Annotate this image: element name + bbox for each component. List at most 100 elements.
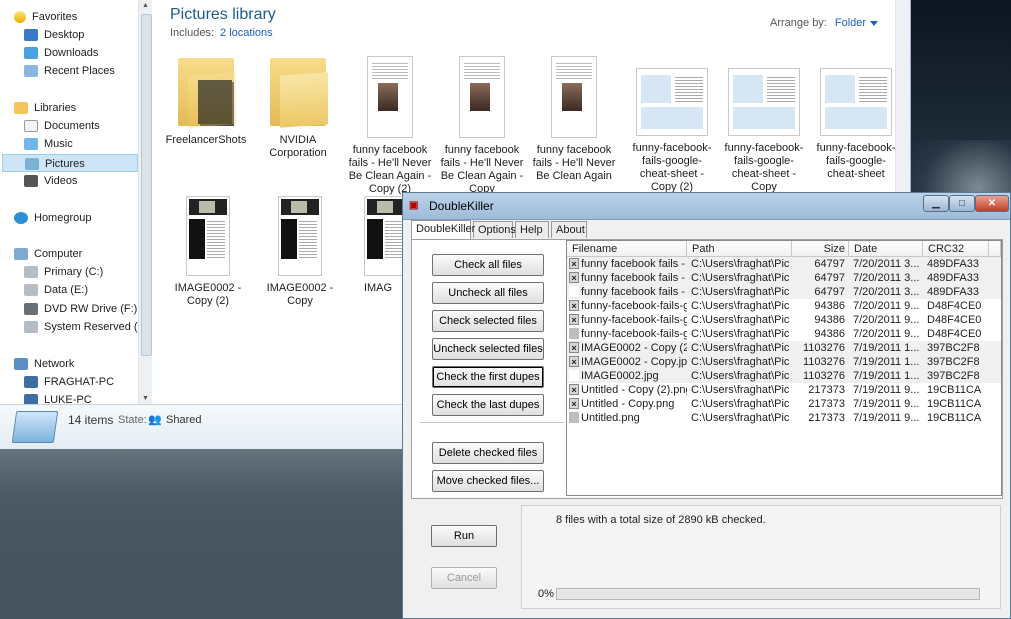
table-row[interactable]: × Untitled - Copy.png C:\Users\fraghat\Pic… [567, 397, 1001, 411]
check-all-button[interactable]: Check all files [432, 254, 544, 276]
thumb-block [641, 75, 671, 103]
move-checked-button[interactable]: Move checked files... [432, 470, 544, 492]
nav-libraries[interactable]: Libraries [14, 99, 152, 117]
table-row[interactable]: funny facebook fails - ... C:\Users\fragh… [567, 285, 1001, 299]
file-item[interactable]: IMAGE0002 - Copy [256, 196, 344, 308]
table-row[interactable]: funny-facebook-fails-go... C:\Users\fragh… [567, 327, 1001, 341]
row-checkbox[interactable] [569, 370, 579, 381]
file-item[interactable]: funny-facebook-fails-google-cheat-sheet … [720, 68, 808, 194]
table-row[interactable]: × IMAGE0002 - Copy.jpg C:\Users\fraghat\Pi… [567, 355, 1001, 369]
locations-link[interactable]: 2 locations [220, 27, 273, 39]
folder-icon [266, 52, 330, 128]
file-item[interactable]: FreelancerShots [162, 52, 250, 147]
check-selected-button[interactable]: Check selected files [432, 310, 544, 332]
row-checkbox[interactable] [569, 412, 579, 423]
table-row[interactable]: × Untitled - Copy (2).png C:\Users\fraghat… [567, 383, 1001, 397]
tab-options[interactable]: Options [473, 221, 516, 238]
table-row[interactable]: × funny facebook fails - ... C:\Users\frag… [567, 271, 1001, 285]
table-row[interactable]: ×funny-facebook-fails-go... C:\Users\frag… [567, 299, 1001, 313]
row-checkbox[interactable]: × [569, 398, 579, 409]
nav-scroll-thumb[interactable] [141, 14, 152, 356]
row-checkbox[interactable]: × [569, 300, 579, 311]
button-separator [420, 422, 564, 423]
cell-date: 7/19/2011 1... [853, 370, 920, 382]
image-thumbnail-icon [367, 56, 413, 138]
column-header-filename[interactable]: Filename [567, 241, 687, 257]
file-item[interactable]: funny facebook fails - He'll Never Be Cl… [438, 56, 526, 196]
close-button[interactable]: ✕ [975, 195, 1009, 212]
minimize-button[interactable]: ▁ [923, 195, 949, 212]
thumb-image [291, 201, 307, 213]
maximize-button[interactable]: □ [949, 195, 975, 212]
delete-checked-button[interactable]: Delete checked files [432, 442, 544, 464]
cell-crc32: 19CB11CA [927, 398, 982, 410]
thumb-lines [767, 75, 795, 103]
nav-favorites[interactable]: Favorites [14, 8, 152, 26]
file-item[interactable]: IMAGE0002 - Copy (2) [164, 196, 252, 308]
desktop-icon [24, 29, 38, 42]
network-icon [14, 358, 28, 371]
image-thumbnail-icon [459, 56, 505, 138]
nav-item-drive-c[interactable]: Primary (C:) [24, 263, 138, 281]
cell-size: 217373 [808, 412, 845, 424]
file-item[interactable]: funny-facebook-fails-google-cheat-sheet … [628, 68, 716, 194]
row-checkbox[interactable]: × [569, 258, 579, 269]
row-checkbox[interactable]: × [569, 272, 579, 283]
table-row[interactable]: ×funny-facebook-fails-go... C:\Users\frag… [567, 313, 1001, 327]
nav-homegroup[interactable]: Homegroup [14, 209, 152, 227]
cell-filename: funny facebook fails - ... [581, 272, 687, 284]
run-button[interactable]: Run [431, 525, 497, 547]
column-header-crc32[interactable]: CRC32 [923, 241, 989, 257]
chevron-down-icon[interactable] [870, 20, 879, 26]
nav-item-pictures[interactable]: Pictures [2, 154, 138, 172]
cell-path: C:\Users\fraghat\Pic... [691, 286, 789, 298]
cell-path: C:\Users\fraghat\Pic... [691, 342, 789, 354]
cell-path: C:\Users\fraghat\Pic... [691, 356, 789, 368]
row-checkbox[interactable]: × [569, 384, 579, 395]
row-checkbox[interactable] [569, 328, 579, 339]
file-item[interactable]: IMAG [348, 196, 408, 295]
row-checkbox[interactable]: × [569, 314, 579, 325]
row-checkbox[interactable]: × [569, 356, 579, 367]
scroll-down-icon[interactable]: ▼ [142, 395, 149, 402]
column-header-date[interactable]: Date [849, 241, 923, 257]
scroll-up-icon[interactable]: ▲ [142, 2, 149, 9]
nav-network[interactable]: Network [14, 355, 152, 373]
table-row[interactable]: Untitled.png C:\Users\fraghat\Pic... 21737… [567, 411, 1001, 425]
image-thumbnail-icon [636, 68, 708, 136]
column-header-size[interactable]: Size [792, 241, 849, 257]
nav-scrollbar[interactable]: ▲ ▼ [138, 0, 153, 404]
table-row[interactable]: × funny facebook fails - ... C:\Users\frag… [567, 257, 1001, 271]
cancel-button[interactable]: Cancel [431, 567, 497, 589]
table-row[interactable]: IMAGE0002.jpg C:\Users\fraghat\Pic... 1103… [567, 369, 1001, 383]
check-first-dupes-button[interactable]: Check the first dupes [432, 366, 544, 388]
doublekiller-titlebar[interactable]: ▣ DoubleKiller ▁ □ ✕ [403, 193, 1010, 220]
file-item[interactable]: NVIDIA Corporation [254, 52, 342, 160]
table-row[interactable]: ×IMAGE0002 - Copy (2).j... C:\Users\fragh… [567, 341, 1001, 355]
row-checkbox[interactable] [569, 286, 579, 297]
file-item[interactable]: funny facebook fails - He'll Never Be Cl… [530, 56, 618, 183]
tab-doublekiller[interactable]: DoubleKiller [411, 220, 475, 239]
column-header-path[interactable]: Path [687, 241, 792, 257]
uncheck-selected-button[interactable]: Uncheck selected files [432, 338, 544, 360]
nav-item-drive-e[interactable]: Data (E:) [24, 281, 138, 299]
thumb-image [470, 83, 490, 111]
doublekiller-panel: Check all files Uncheck all files Check … [411, 239, 1003, 499]
nav-item-luke-pc[interactable]: LUKE-PC [24, 391, 138, 404]
folder-icon [174, 52, 238, 128]
nav-item-fraghat-pc[interactable]: FRAGHAT-PC [24, 373, 138, 391]
tab-about[interactable]: About [551, 221, 587, 238]
arrange-by-dropdown[interactable]: Folder [835, 17, 866, 29]
nav-computer[interactable]: Computer [14, 245, 152, 263]
library-pc-icon [11, 411, 59, 443]
thumb-block [733, 107, 795, 129]
file-item[interactable]: funny facebook fails - He'll Never Be Cl… [346, 56, 434, 196]
thumb-image [377, 201, 393, 213]
nav-item-drive-f[interactable]: DVD RW Drive (F:) FL [24, 300, 138, 318]
nav-item-drive-h[interactable]: System Reserved (H: [24, 318, 138, 336]
uncheck-all-button[interactable]: Uncheck all files [432, 282, 544, 304]
tab-help[interactable]: Help [515, 221, 549, 238]
file-item[interactable]: funny-facebook-fails-google-cheat-sheet [812, 68, 900, 181]
check-last-dupes-button[interactable]: Check the last dupes [432, 394, 544, 416]
row-checkbox[interactable]: × [569, 342, 579, 353]
